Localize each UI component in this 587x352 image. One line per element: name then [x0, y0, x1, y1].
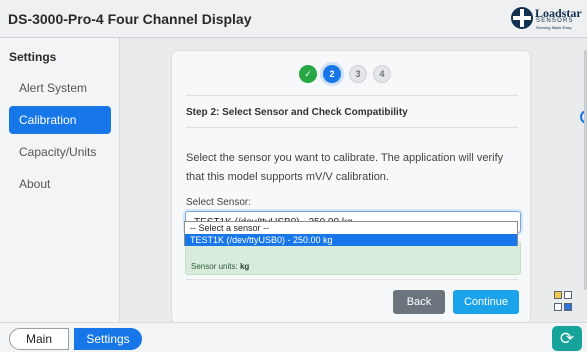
refresh-button[interactable]: ⟳ [552, 326, 582, 351]
step-4: 4 [373, 65, 391, 83]
step-description: Select the sensor you want to calibrate.… [186, 152, 504, 183]
step-1-complete: ✓ [299, 65, 317, 83]
sidebar-item-alert-system[interactable]: Alert System [9, 74, 111, 102]
sensor-option-test1k[interactable]: TEST1K (/dev/ttyUSB0) - 250.00 kg [185, 234, 517, 246]
logo-mark-icon [511, 7, 533, 29]
main-content: ✓ 2 3 4 Step 2: Select Sensor and Check … [121, 38, 587, 324]
compatibility-result: Sensor units: kg [185, 241, 521, 275]
step-2-current: 2 [323, 65, 341, 83]
sensor-units-text: Sensor units: kg [191, 262, 249, 271]
tab-main[interactable]: Main [9, 328, 69, 350]
sidebar-title: Settings [9, 50, 57, 64]
sensor-units-value: kg [239, 262, 250, 271]
calibration-wizard-card: ✓ 2 3 4 Step 2: Select Sensor and Check … [171, 50, 531, 324]
continue-button[interactable]: Continue [453, 290, 519, 314]
divider [186, 127, 518, 128]
footer-bar: Main Settings ⟳ [0, 322, 587, 352]
sidebar-item-capacity-units[interactable]: Capacity/Units [9, 138, 111, 166]
sidebar-item-calibration[interactable]: Calibration [9, 106, 111, 134]
channel-grid-icon[interactable] [554, 291, 574, 315]
step-heading: Step 2: Select Sensor and Check Compatib… [186, 107, 408, 118]
app-header: DS-3000-Pro-4 Four Channel Display Loads… [0, 0, 587, 38]
loadstar-logo: Loadstar SENSORS Sensing Made Easy [511, 6, 582, 32]
app-title: DS-3000-Pro-4 Four Channel Display [8, 11, 252, 27]
back-button[interactable]: Back [393, 290, 445, 314]
sensor-select-label: Select Sensor: [186, 197, 252, 208]
sidebar-item-about[interactable]: About [9, 170, 111, 198]
sensor-select-dropdown: -- Select a sensor -- TEST1K (/dev/ttyUS… [184, 221, 518, 246]
divider [186, 95, 518, 96]
logo-tagline: Sensing Made Easy [536, 25, 572, 30]
tab-settings[interactable]: Settings [74, 328, 142, 350]
sensor-option-placeholder[interactable]: -- Select a sensor -- [185, 222, 517, 234]
refresh-icon: ⟳ [559, 329, 575, 348]
settings-sidebar: Settings Alert System Calibration Capaci… [0, 38, 120, 322]
logo-sub: SENSORS [536, 18, 574, 24]
divider [186, 279, 518, 280]
sensor-units-label: Sensor units: [191, 262, 238, 271]
step-3: 3 [349, 65, 367, 83]
